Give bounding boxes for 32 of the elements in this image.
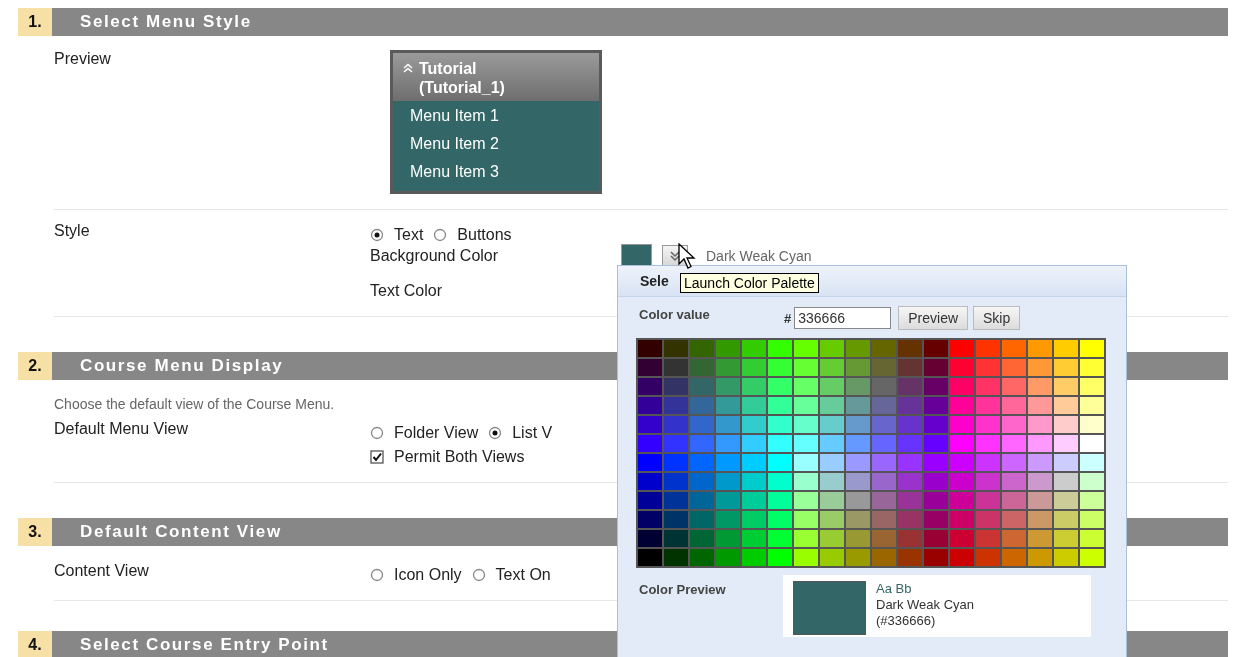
tooltip: Launch Color Palette: [680, 273, 819, 293]
skip-button[interactable]: Skip: [973, 306, 1021, 330]
option-label: List V: [512, 424, 553, 442]
dialog-title: Sele: [640, 273, 669, 289]
field-label: Preview: [54, 50, 112, 68]
sample-text: Aa Bb: [876, 581, 913, 597]
option-label: Buttons: [457, 226, 512, 244]
field-label: Background Color: [370, 247, 500, 265]
preview-button[interactable]: Preview: [898, 306, 969, 330]
section-header: Select Menu Style: [52, 8, 1228, 36]
color-name: Dark Weak Cyan: [876, 597, 974, 613]
field-label: Content View: [54, 562, 150, 580]
option-label: Icon Only: [394, 566, 462, 584]
section-number: 3.: [18, 518, 52, 546]
option-label: Folder View: [394, 424, 479, 442]
field-label: Color value: [639, 306, 711, 322]
field-label: Default Menu View: [54, 420, 189, 438]
menu-title: Tutorial (Tutorial_1): [419, 59, 506, 97]
field-label: Color Preview: [639, 582, 727, 599]
section-number: 1.: [18, 8, 52, 36]
color-value-field[interactable]: 336666: [794, 307, 892, 329]
checkbox-label: Permit Both Views: [394, 448, 525, 466]
hash-label: #: [784, 310, 792, 326]
field-label: Text Color: [370, 282, 444, 300]
section-number: 2.: [18, 352, 52, 380]
section-number: 4.: [18, 631, 52, 657]
field-label: Style: [54, 222, 91, 240]
section-description: Choose the default view of the Course Menu.: [54, 396, 335, 412]
color-code: (#336666): [876, 613, 937, 629]
option-label: Text: [394, 226, 424, 244]
option-label: Text On: [495, 566, 551, 584]
color-name: Dark Weak Cyan: [706, 248, 812, 264]
